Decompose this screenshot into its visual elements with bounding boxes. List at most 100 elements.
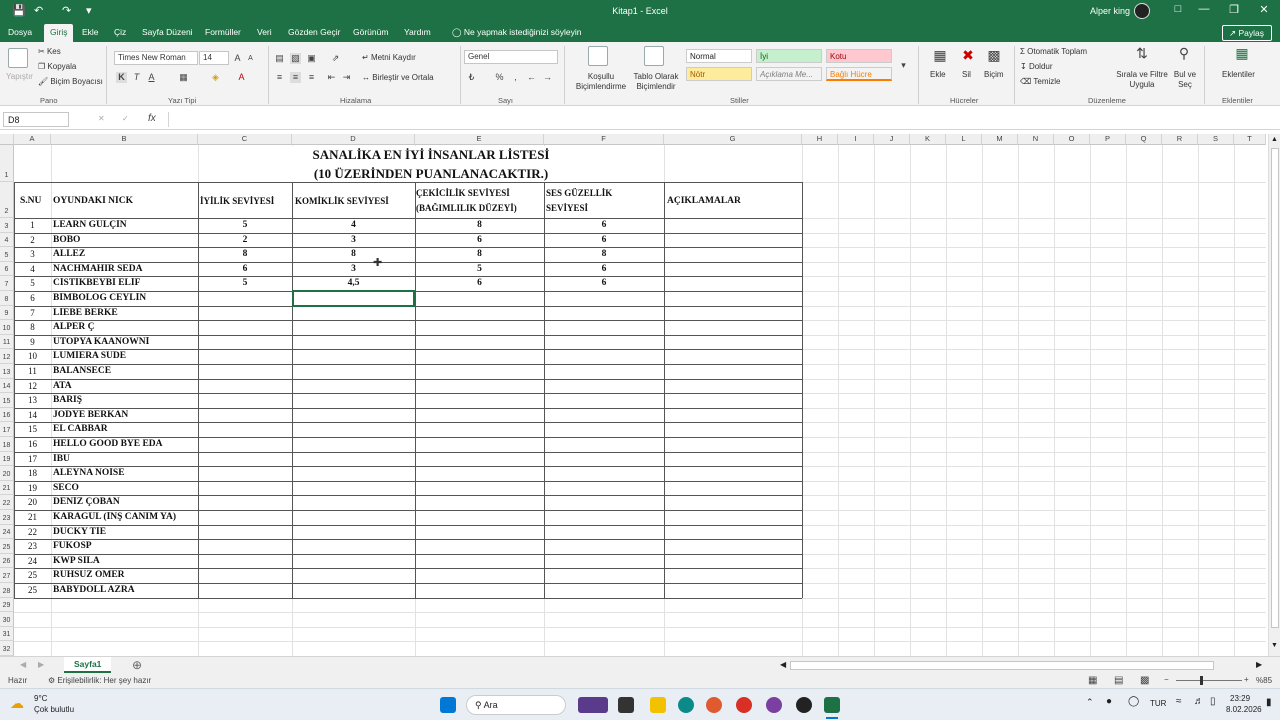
cell-nick[interactable]: NACHMAHIR SEDA	[53, 264, 197, 274]
cell-no[interactable]: 2	[14, 235, 51, 245]
cell-cekicilik[interactable]: 6	[415, 235, 544, 245]
scroll-left-icon[interactable]: ◀	[780, 660, 786, 669]
wifi-icon[interactable]: ≈	[1176, 696, 1182, 707]
enter-icon[interactable]: ✓	[122, 114, 129, 123]
normal-view-icon[interactable]: ▦	[1088, 675, 1097, 686]
scroll-right-icon[interactable]: ▶	[1256, 660, 1262, 669]
cell-cekicilik[interactable]: 6	[415, 278, 544, 288]
font-color-icon[interactable]: A	[236, 72, 247, 83]
style-explanatory[interactable]: Açıklama Me...	[756, 67, 822, 81]
cell-no[interactable]: 14	[14, 410, 51, 420]
conditional-format-button[interactable]: Koşullu Biçimlendirme	[570, 72, 632, 92]
row-header-28[interactable]: 28	[0, 583, 14, 598]
format-painter-button[interactable]: 🖌 Biçim Boyacısı	[38, 77, 103, 86]
italic-button[interactable]: T	[131, 72, 142, 83]
decrease-decimal-icon[interactable]: →	[542, 72, 553, 83]
sort-filter-icon[interactable]: ⇅	[1134, 46, 1150, 60]
increase-font-icon[interactable]: A	[232, 53, 243, 64]
taskbar-search[interactable]: ⚲ Ara	[466, 695, 566, 715]
cell-nick[interactable]: ÜTOPYA KAANOWNİ	[53, 337, 197, 347]
style-bad[interactable]: Kotu	[826, 49, 892, 63]
align-right-icon[interactable]: ≡	[306, 72, 317, 83]
row-header-26[interactable]: 26	[0, 553, 14, 569]
cell-komiklik[interactable]: 4,5	[292, 278, 415, 288]
cell-no[interactable]: 22	[14, 527, 51, 537]
fill-button[interactable]: ↧ Doldur	[1020, 62, 1053, 71]
cell-nick[interactable]: ALLEZ	[53, 249, 197, 259]
cell-no[interactable]: 20	[14, 497, 51, 507]
row-header-29[interactable]: 29	[0, 597, 14, 613]
header-no[interactable]: S.NU	[20, 196, 54, 206]
avatar[interactable]	[1134, 3, 1150, 19]
cell-nick[interactable]: CİSTİKBEYBİ ELİF	[53, 278, 197, 288]
insert-cells-icon[interactable]: ▦	[932, 48, 948, 62]
file-explorer-icon[interactable]	[650, 697, 666, 713]
vertical-scrollbar[interactable]: ▲ ▼	[1268, 134, 1280, 656]
header-komiklik[interactable]: KOMİKLİK SEVİYESİ	[295, 196, 413, 206]
decrease-font-icon[interactable]: A	[245, 53, 256, 64]
cell-nick[interactable]: DUCKY TİE	[53, 527, 197, 537]
cell-komiklik[interactable]: 3	[292, 264, 415, 274]
worksheet-grid[interactable]: ABCDEFGHIJKLMNOPQRST 1 2 3 4 5 6 7 8 9 10 11 12 13 14…	[0, 134, 1266, 656]
cell-iyilik[interactable]: 5	[198, 278, 292, 288]
cell-no[interactable]: 25	[14, 570, 51, 580]
row-header-18[interactable]: 18	[0, 437, 14, 452]
clear-button[interactable]: ⌫ Temizle	[1020, 77, 1061, 86]
zoom-in-icon[interactable]: +	[1244, 675, 1249, 684]
cell-no[interactable]: 3	[14, 249, 51, 259]
column-header-l[interactable]: L	[946, 134, 982, 145]
header-iyilik[interactable]: İYİLİK SEVİYESİ	[200, 196, 292, 206]
prev-sheet-icon[interactable]: ◀	[20, 660, 26, 669]
cell-no[interactable]: 18	[14, 468, 51, 478]
accessibility-status[interactable]: ⚙ Erişilebilirlik: Her şey hazır	[48, 676, 151, 685]
minimize-icon[interactable]: —	[1192, 3, 1216, 21]
header-ses-line-2[interactable]: SEVİYESİ	[546, 203, 664, 213]
row-header-21[interactable]: 21	[0, 480, 14, 496]
header-ses-line-1[interactable]: SES GÜZELLİK	[546, 188, 664, 198]
find-select-button[interactable]: Bul ve Seç	[1170, 70, 1200, 90]
row-header-32[interactable]: 32	[0, 641, 14, 656]
cell-no[interactable]: 4	[14, 264, 51, 274]
column-header-n[interactable]: N	[1018, 134, 1054, 145]
tray-chevron-icon[interactable]: ⌃	[1086, 697, 1094, 708]
insert-function-icon[interactable]: fx	[148, 113, 156, 124]
row-header-13[interactable]: 13	[0, 364, 14, 379]
font-size-dropdown[interactable]: 14	[199, 51, 229, 65]
orientation-icon[interactable]: ⇗	[330, 53, 341, 64]
cell-nick[interactable]: BABYDOLL AZRA	[53, 585, 197, 595]
cell-nick[interactable]: BOBO	[53, 235, 197, 245]
cell-komiklik[interactable]: 4	[292, 220, 415, 230]
row-header-25[interactable]: 25	[0, 539, 14, 554]
style-neutral[interactable]: Nötr	[686, 67, 752, 81]
maximize-icon[interactable]: ❐	[1222, 3, 1246, 21]
column-header-k[interactable]: K	[910, 134, 946, 145]
column-header-b[interactable]: B	[51, 134, 198, 145]
cell-cekicilik[interactable]: 8	[415, 249, 544, 259]
cell-no[interactable]: 7	[14, 308, 51, 318]
conditional-format-icon[interactable]	[588, 46, 608, 66]
align-bottom-icon[interactable]: ▣	[306, 53, 317, 64]
formula-input[interactable]	[168, 112, 1276, 127]
column-header-f[interactable]: F	[544, 134, 664, 145]
zoom-slider[interactable]	[1176, 680, 1242, 681]
app-icon[interactable]	[766, 697, 782, 713]
underline-button[interactable]: A	[146, 72, 157, 83]
page-layout-view-icon[interactable]: ▤	[1114, 675, 1123, 686]
header-cekicilik-line-2[interactable]: (BAĞIMLILIK DÜZEYİ)	[416, 203, 542, 213]
next-sheet-icon[interactable]: ▶	[38, 660, 44, 669]
row-header-4[interactable]: 4	[0, 232, 14, 248]
row-header-8[interactable]: 8	[0, 291, 14, 306]
cell-ses[interactable]: 8	[544, 249, 664, 259]
addins-icon[interactable]: ▦	[1234, 46, 1250, 60]
row-header-30[interactable]: 30	[0, 612, 14, 627]
increase-indent-icon[interactable]: ⇥	[341, 72, 352, 83]
ribbon-display-icon[interactable]: □	[1166, 3, 1190, 21]
increase-decimal-icon[interactable]: ←	[526, 72, 537, 83]
delete-cells-button[interactable]: Sil	[962, 70, 971, 79]
tab-view[interactable]: Görünüm	[353, 27, 388, 37]
cell-no[interactable]: 13	[14, 395, 51, 405]
cell-no[interactable]: 16	[14, 439, 51, 449]
styles-more-icon[interactable]: ▾	[898, 60, 909, 71]
cell-no[interactable]: 5	[14, 278, 51, 288]
cell-nick[interactable]: LEARN GÜLÇİN	[53, 220, 197, 230]
